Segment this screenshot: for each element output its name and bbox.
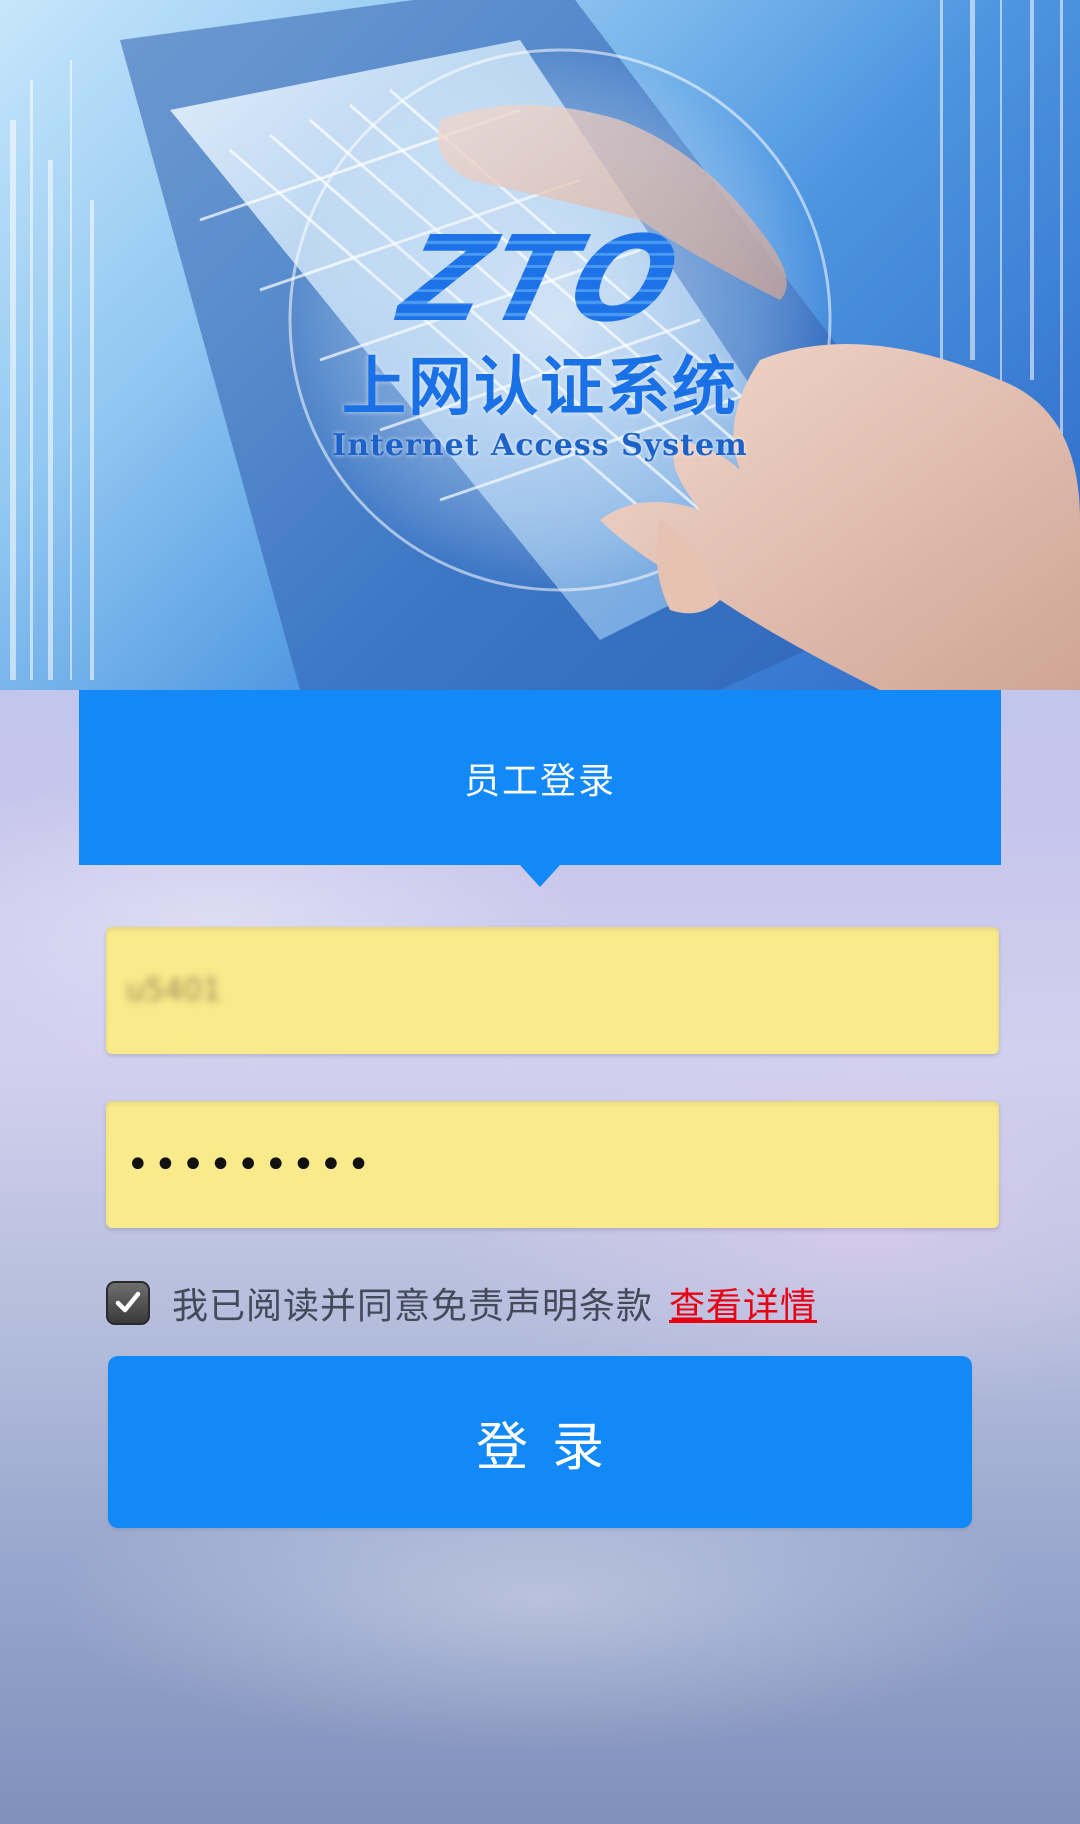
system-title-en: Internet Access System xyxy=(332,428,748,463)
hero-banner: ZTO 上网认证系统 Internet Access System xyxy=(0,0,1080,690)
agreement-text: 我已阅读并同意免责声明条款 xyxy=(172,1286,654,1327)
tab-pointer xyxy=(520,865,560,887)
logo-mark: ZTO xyxy=(386,210,694,348)
username-field-wrapper xyxy=(106,926,999,1055)
login-button[interactable]: 登录 xyxy=(108,1356,972,1528)
tab-employee-login[interactable]: 员工登录 xyxy=(79,690,1001,865)
hero-logo: ZTO 上网认证系统 Internet Access System xyxy=(0,210,1080,463)
login-button-label: 登录 xyxy=(475,1418,628,1477)
check-icon xyxy=(115,1291,141,1313)
view-details-link[interactable]: 查看详情 xyxy=(669,1277,817,1329)
username-input[interactable] xyxy=(124,926,981,1055)
tab-label: 员工登录 xyxy=(463,760,616,802)
password-input[interactable] xyxy=(124,1100,981,1229)
agreement-row: 我已阅读并同意免责声明条款 查看详情 xyxy=(106,1275,817,1331)
system-title-cn: 上网认证系统 xyxy=(342,351,738,425)
agreement-checkbox[interactable] xyxy=(106,1281,150,1325)
password-field-wrapper xyxy=(106,1100,999,1229)
